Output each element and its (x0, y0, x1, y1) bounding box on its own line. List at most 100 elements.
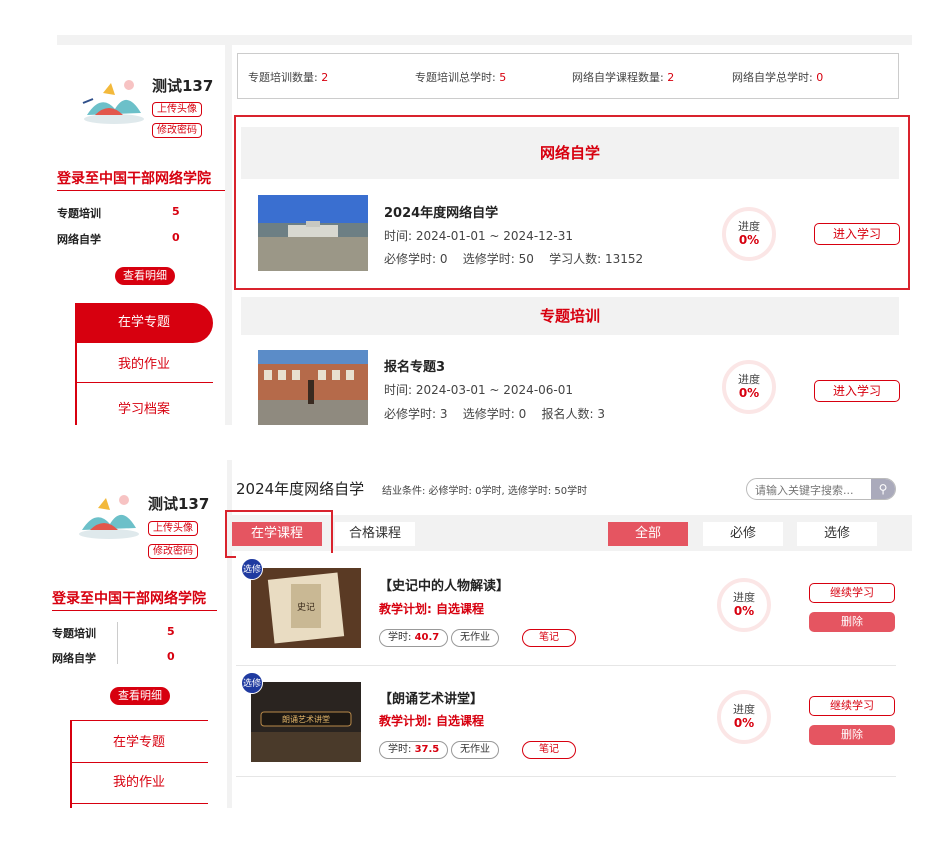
top-screen: 测试137 上传头像 修改密码 登录至中国干部网络学院 专题培训 5 网络自学 … (57, 35, 912, 425)
elective-badge: 选修 (241, 672, 263, 694)
summary-value: 2 (321, 71, 329, 84)
notes-button[interactable]: 笔记 (522, 629, 576, 647)
change-password-button[interactable]: 修改密码 (152, 123, 202, 138)
nav-border (70, 720, 72, 808)
summary-item: 网络自学总学时: 0 (732, 69, 823, 85)
summary-value: 0 (816, 71, 824, 84)
filter-elective[interactable]: 选修 (797, 522, 877, 546)
avatar (79, 495, 139, 539)
nav-in-study-topics[interactable]: 在学专题 (75, 303, 213, 343)
login-title[interactable]: 登录至中国干部网络学院 (57, 168, 211, 188)
nav-my-homework[interactable]: 我的作业 (75, 345, 213, 385)
summary-label: 专题培训数量: (248, 71, 318, 84)
bottom-sidebar: 测试137 上传头像 修改密码 登录至中国干部网络学院 专题培训 5 网络自学 … (52, 460, 227, 808)
upload-avatar-button[interactable]: 上传头像 (148, 521, 198, 536)
notes-button[interactable]: 笔记 (522, 741, 576, 759)
avatar (82, 80, 144, 124)
hours-label: 学时: (388, 744, 412, 755)
summary-label: 网络自学总学时: (732, 71, 813, 84)
course-title[interactable]: 【朗诵艺术讲堂】 (379, 688, 483, 707)
bottom-screen: 测试137 上传头像 修改密码 登录至中国干部网络学院 专题培训 5 网络自学 … (52, 460, 912, 808)
completion-conditions: 结业条件: 必修学时: 0学时, 选修学时: 50学时 (382, 486, 588, 497)
hours-value: 40.7 (414, 632, 440, 643)
change-password-button[interactable]: 修改密码 (148, 544, 198, 559)
summary-label: 网络自学课程数量: (572, 71, 664, 84)
highlight-box (225, 510, 333, 558)
course-title[interactable]: 【史记中的人物解读】 (379, 575, 509, 594)
row-divider (236, 665, 896, 666)
credit-hours: 学时: 37.5 (379, 741, 449, 759)
summary-item: 网络自学课程数量: 2 (572, 69, 674, 85)
stat-label-topic: 专题培训 (52, 627, 96, 640)
upload-avatar-button[interactable]: 上传头像 (152, 102, 202, 117)
course-thumbnail[interactable]: 史记 (251, 568, 361, 648)
progress-value: 0% (738, 386, 760, 400)
nav-divider (70, 720, 208, 721)
search-box: ⚲ (746, 478, 896, 500)
view-detail-button[interactable]: 查看明细 (110, 687, 170, 705)
course-meta: 必修学时: 3 选修学时: 0 报名人数: 3 (384, 407, 605, 421)
stat-value-topic: 5 (167, 625, 175, 638)
teaching-plan: 教学计划: 自选课程 (379, 714, 484, 728)
elective-badge: 选修 (241, 558, 263, 580)
svg-text:史记: 史记 (297, 601, 315, 613)
homework-chip: 无作业 (451, 741, 499, 759)
continue-study-button[interactable]: 继续学习 (809, 696, 895, 716)
search-input[interactable] (747, 480, 867, 499)
filter-all[interactable]: 全部 (608, 522, 688, 546)
credit-hours: 学时: 40.7 (379, 629, 449, 647)
section-topic-training: 专题培训 (241, 297, 899, 335)
enter-study-button[interactable]: 进入学习 (814, 380, 900, 402)
row-divider (236, 776, 896, 777)
progress-value: 0% (733, 604, 755, 618)
summary-item: 专题培训总学时: 5 (415, 69, 506, 85)
divider (57, 190, 225, 191)
hours-label: 学时: (388, 632, 412, 643)
delete-button[interactable]: 删除 (809, 612, 895, 632)
progress-ring: 进度 0% (722, 360, 776, 414)
username: 测试137 (152, 77, 214, 95)
svg-text:朗诵艺术讲堂: 朗诵艺术讲堂 (282, 714, 330, 724)
nav-divider (70, 803, 208, 804)
progress-ring: 进度 0% (717, 690, 771, 744)
progress-ring: 进度 0% (717, 578, 771, 632)
progress-label: 进度 (733, 703, 755, 716)
stat-label-online: 网络自学 (52, 652, 96, 665)
tab-passed-courses[interactable]: 合格课程 (335, 522, 415, 546)
hours-value: 37.5 (414, 744, 440, 755)
course-title[interactable]: 报名专题3 (384, 356, 445, 375)
login-title[interactable]: 登录至中国干部网络学院 (52, 588, 206, 608)
filter-required[interactable]: 必修 (703, 522, 783, 546)
nav-divider (75, 382, 213, 383)
plan-title: 2024年度网络自学 (236, 480, 365, 498)
stat-value-online: 0 (167, 650, 175, 663)
nav-my-homework[interactable]: 我的作业 (70, 763, 208, 803)
stat-value-topic: 5 (172, 205, 180, 218)
summary-value: 2 (667, 71, 675, 84)
highlight-box (234, 115, 910, 290)
homework-chip: 无作业 (451, 629, 499, 647)
summary-value: 5 (499, 71, 507, 84)
username: 测试137 (148, 495, 210, 513)
delete-button[interactable]: 删除 (809, 725, 895, 745)
continue-study-button[interactable]: 继续学习 (809, 583, 895, 603)
progress-label: 进度 (733, 591, 755, 604)
summary-bar: 专题培训数量: 2 专题培训总学时: 5 网络自学课程数量: 2 网络自学总学时… (237, 53, 899, 99)
nav-border (75, 303, 77, 425)
progress-value: 0% (733, 716, 755, 730)
summary-label: 专题培训总学时: (415, 71, 496, 84)
teaching-plan: 教学计划: 自选课程 (379, 602, 484, 616)
divider (52, 610, 217, 611)
stat-label-online: 网络自学 (57, 233, 101, 246)
view-detail-button[interactable]: 查看明细 (115, 267, 175, 285)
search-icon[interactable]: ⚲ (871, 479, 895, 499)
nav-in-study-topics[interactable]: 在学专题 (70, 723, 208, 763)
stats-divider (117, 622, 118, 664)
course-thumbnail[interactable] (258, 350, 368, 425)
course-thumbnail[interactable]: 朗诵艺术讲堂 (251, 682, 361, 762)
nav-study-archive[interactable]: 学习档案 (75, 390, 213, 430)
course-time: 时间: 2024-03-01 ~ 2024-06-01 (384, 383, 574, 397)
stat-label-topic: 专题培训 (57, 207, 101, 220)
top-sidebar: 测试137 上传头像 修改密码 登录至中国干部网络学院 专题培训 5 网络自学 … (57, 45, 225, 425)
summary-item: 专题培训数量: 2 (248, 69, 328, 85)
